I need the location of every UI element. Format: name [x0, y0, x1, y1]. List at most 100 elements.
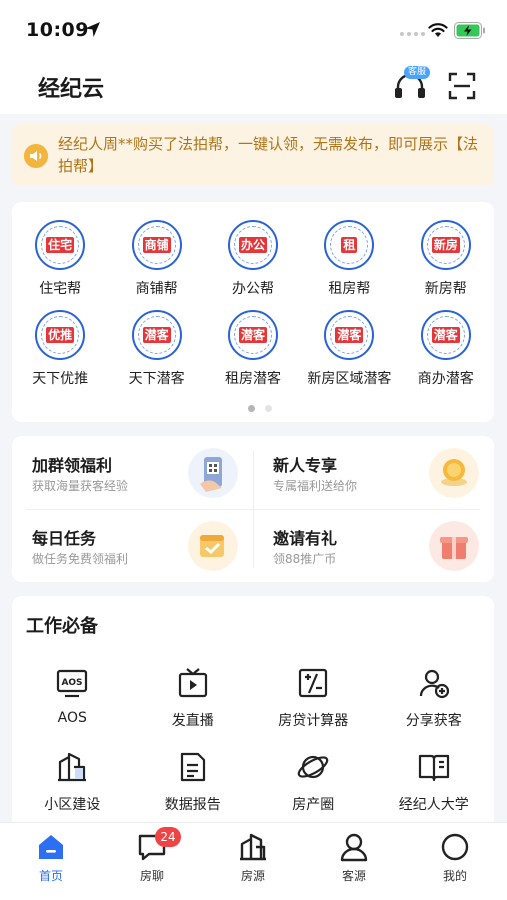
calendar-check-icon: [188, 521, 238, 571]
product-label: 商铺帮: [135, 281, 178, 297]
product-seal-icon: 办公: [227, 220, 278, 270]
promo-title: 每日任务: [32, 529, 97, 548]
product-seal-icon: 租: [324, 220, 375, 270]
app-header: 经纪云 客服: [0, 62, 507, 114]
product-label: 租房潜客: [224, 371, 281, 387]
tab-bar: 首页 房聊 24 房源 客源 我的: [0, 822, 507, 900]
promo-newcomer[interactable]: 新人专享 专属福利送给你: [253, 436, 494, 509]
seal-text: 潜客: [142, 327, 171, 343]
tab-label: 客源: [341, 869, 366, 883]
share-user-icon: [419, 669, 449, 699]
product-item[interactable]: 潜客 租房潜客: [205, 310, 301, 388]
promo-subtitle: 专属福利送给你: [273, 479, 358, 493]
promo-invite[interactable]: 邀请有礼 领88推广币: [253, 509, 494, 582]
product-item[interactable]: 办公 办公帮: [205, 220, 301, 298]
tab-label: 房源: [240, 869, 265, 883]
promo-daily-task[interactable]: 每日任务 做任务免费领福利: [12, 509, 253, 582]
tool-label: 小区建设: [44, 797, 101, 813]
promo-subtitle: 获取海量获客经验: [32, 479, 129, 493]
scan-icon[interactable]: [448, 72, 476, 100]
seal-text: 商铺: [142, 237, 171, 253]
unread-badge: 24: [155, 827, 181, 847]
tools-card: 工作必备 AOS AOS 发直播 房贷计算器 分享获客小区建设 数据报告 房产圈 经纪人大学: [12, 596, 494, 836]
location-arrow-icon: [85, 22, 100, 37]
product-item[interactable]: 潜客 商办潜客: [398, 310, 494, 388]
building-icon: [58, 752, 87, 782]
section-title: 工作必备: [26, 616, 98, 637]
tool-item[interactable]: 经纪人大学: [374, 750, 495, 814]
product-item[interactable]: 租租房帮: [301, 220, 397, 298]
tab-chat[interactable]: 房聊 24: [117, 827, 187, 884]
product-label: 办公帮: [231, 281, 274, 297]
person-icon: [340, 833, 368, 862]
seal-text: 租: [341, 237, 358, 253]
tab-label: 首页: [38, 869, 63, 883]
product-item[interactable]: 优推 天下优推: [12, 310, 108, 388]
tool-label: AOS: [57, 710, 87, 726]
tab-label: 我的: [442, 869, 467, 883]
notice-banner[interactable]: 经纪人周**购买了法拍帮，一键认领，无需发布，即可展示【法拍帮】: [12, 124, 494, 186]
promo-title: 新人专享: [273, 456, 338, 475]
app-title: 经纪云: [38, 77, 105, 102]
tool-item[interactable]: 发直播: [133, 666, 254, 730]
tab-profile[interactable]: 我的: [420, 831, 490, 884]
product-seal-icon: 优推: [35, 310, 86, 360]
product-label: 天下优推: [32, 371, 89, 387]
tool-item[interactable]: 小区建设: [12, 750, 133, 814]
promo-join-group[interactable]: 加群领福利 获取海量获客经验: [12, 436, 253, 509]
product-label: 商办潜客: [417, 371, 474, 387]
signal-dots-icon: [400, 32, 425, 36]
product-item[interactable]: 潜客 新房区域潜客: [301, 310, 397, 388]
product-item[interactable]: 商铺 商铺帮: [108, 220, 204, 298]
tool-label: 经纪人大学: [398, 797, 469, 813]
product-seal-icon: 潜客: [420, 310, 471, 360]
planet-icon: [297, 755, 329, 779]
seal-text: 新房: [431, 237, 460, 253]
tool-item[interactable]: 房贷计算器: [253, 666, 374, 730]
promo-title: 加群领福利: [32, 456, 113, 475]
tool-item[interactable]: 数据报告: [133, 750, 254, 814]
tool-label: 房贷计算器: [278, 713, 349, 729]
tab-clients[interactable]: 客源: [319, 831, 389, 884]
product-label: 新房区域潜客: [307, 371, 392, 387]
product-seal-icon: 住宅: [35, 220, 86, 270]
tab-home[interactable]: 首页: [16, 831, 86, 884]
tool-item[interactable]: 房产圈: [253, 750, 374, 814]
tool-item[interactable]: AOS AOS: [12, 666, 133, 730]
tool-label: 发直播: [171, 713, 214, 729]
product-seal-icon: 新房: [420, 220, 471, 270]
product-seal-icon: 潜客: [324, 310, 375, 360]
battery-charging-icon: [454, 22, 485, 39]
live-icon: [178, 668, 207, 698]
promo-title: 邀请有礼: [273, 529, 338, 548]
product-item[interactable]: 住宅 住宅帮: [12, 220, 108, 298]
book-icon: [418, 754, 449, 782]
house-icon: [240, 833, 266, 861]
notice-text: 经纪人周**购买了法拍帮，一键认领，无需发布，即可展示【法拍帮】: [58, 135, 479, 175]
tab-listings[interactable]: 房源: [218, 831, 288, 884]
coin-icon: [429, 448, 479, 498]
seal-text: 潜客: [335, 327, 364, 343]
calculator-icon: [299, 668, 328, 698]
promo-subtitle: 领88推广币: [273, 552, 337, 566]
aos-icon: AOS: [57, 669, 88, 698]
page-indicator: [248, 405, 272, 412]
tab-label: 房聊: [139, 869, 164, 883]
product-label: 新房帮: [424, 281, 467, 297]
product-label: 租房帮: [328, 281, 371, 297]
tool-label: 房产圈: [292, 797, 335, 813]
product-seal-icon: 潜客: [131, 310, 182, 360]
product-seal-icon: 商铺: [131, 220, 182, 270]
seal-text: 优推: [46, 327, 75, 343]
product-item[interactable]: 潜客 天下潜客: [108, 310, 204, 388]
seal-text: 潜客: [431, 327, 460, 343]
status-time: 10:09: [26, 19, 89, 41]
wifi-icon: [428, 23, 448, 37]
svg-text:AOS: AOS: [62, 678, 83, 688]
promo-card: 加群领福利 获取海量获客经验 新人专享 专属福利送给你 每日任务 做任务免费领福…: [12, 436, 494, 582]
product-item[interactable]: 新房 新房帮: [398, 220, 494, 298]
report-icon: [180, 752, 205, 782]
product-card: 住宅 住宅帮 商铺 商铺帮 办公 办公帮租租房帮 新房 新房帮 优推 天下优推 潜客 天下潜客 潜客 租房…: [12, 202, 494, 422]
tool-item[interactable]: 分享获客: [374, 666, 495, 730]
status-bar: 10:09: [0, 0, 507, 62]
